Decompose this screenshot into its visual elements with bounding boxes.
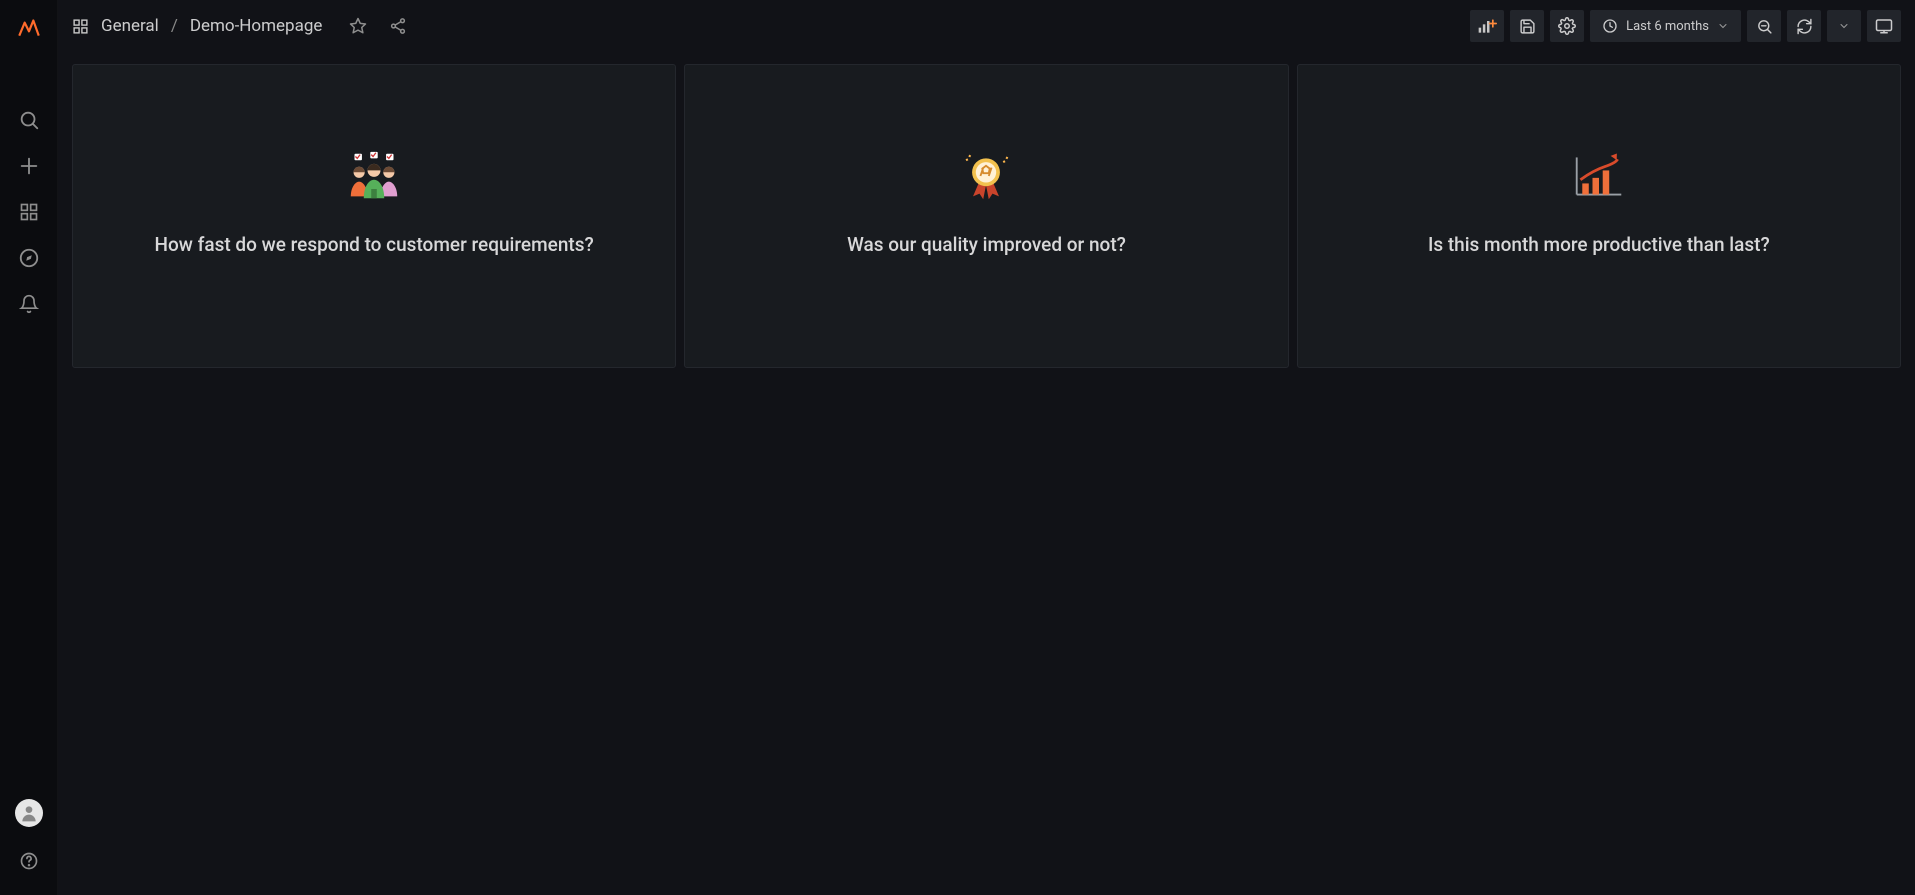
clock-icon — [1602, 18, 1618, 34]
chevron-down-icon — [1838, 20, 1850, 32]
breadcrumb-folder[interactable]: General — [101, 16, 159, 36]
app-logo[interactable] — [16, 14, 42, 40]
panel-title: Is this month more productive than last? — [1428, 231, 1770, 259]
breadcrumb-separator: / — [171, 16, 178, 36]
help-button[interactable] — [9, 841, 49, 881]
save-button[interactable] — [1510, 10, 1544, 42]
dashboards-button[interactable] — [9, 192, 49, 232]
user-avatar[interactable] — [15, 799, 43, 827]
refresh-interval-button[interactable] — [1827, 10, 1861, 42]
panel-productivity[interactable]: Is this month more productive than last? — [1297, 64, 1901, 368]
panel-quality[interactable]: Was our quality improved or not? — [684, 64, 1288, 368]
view-mode-button[interactable] — [1867, 10, 1901, 42]
main-area: General / Demo-Homepage — [58, 0, 1915, 895]
team-icon — [348, 151, 400, 201]
search-button[interactable] — [9, 100, 49, 140]
panel-title: How fast do we respond to customer requi… — [155, 231, 594, 259]
badge-icon — [960, 151, 1012, 201]
breadcrumb: General / Demo-Homepage — [72, 16, 322, 36]
add-panel-button[interactable] — [1470, 10, 1504, 42]
panel-title: Was our quality improved or not? — [847, 231, 1126, 259]
dashboard-content: How fast do we respond to customer requi… — [58, 52, 1915, 895]
dashboard-grid-icon — [72, 18, 89, 35]
share-button[interactable] — [382, 10, 414, 42]
chevron-down-icon — [1717, 20, 1729, 32]
panel-customer-response[interactable]: How fast do we respond to customer requi… — [72, 64, 676, 368]
favorite-button[interactable] — [342, 10, 374, 42]
top-bar: General / Demo-Homepage — [58, 0, 1915, 52]
page-title[interactable]: Demo-Homepage — [190, 16, 323, 36]
create-button[interactable] — [9, 146, 49, 186]
growth-chart-icon — [1573, 151, 1625, 201]
sidebar — [0, 0, 58, 895]
toolbar-right: Last 6 months — [1470, 10, 1901, 42]
time-range-picker[interactable]: Last 6 months — [1590, 10, 1741, 42]
zoom-out-button[interactable] — [1747, 10, 1781, 42]
explore-button[interactable] — [9, 238, 49, 278]
refresh-button[interactable] — [1787, 10, 1821, 42]
time-range-label: Last 6 months — [1626, 19, 1709, 34]
settings-button[interactable] — [1550, 10, 1584, 42]
alerting-button[interactable] — [9, 284, 49, 324]
